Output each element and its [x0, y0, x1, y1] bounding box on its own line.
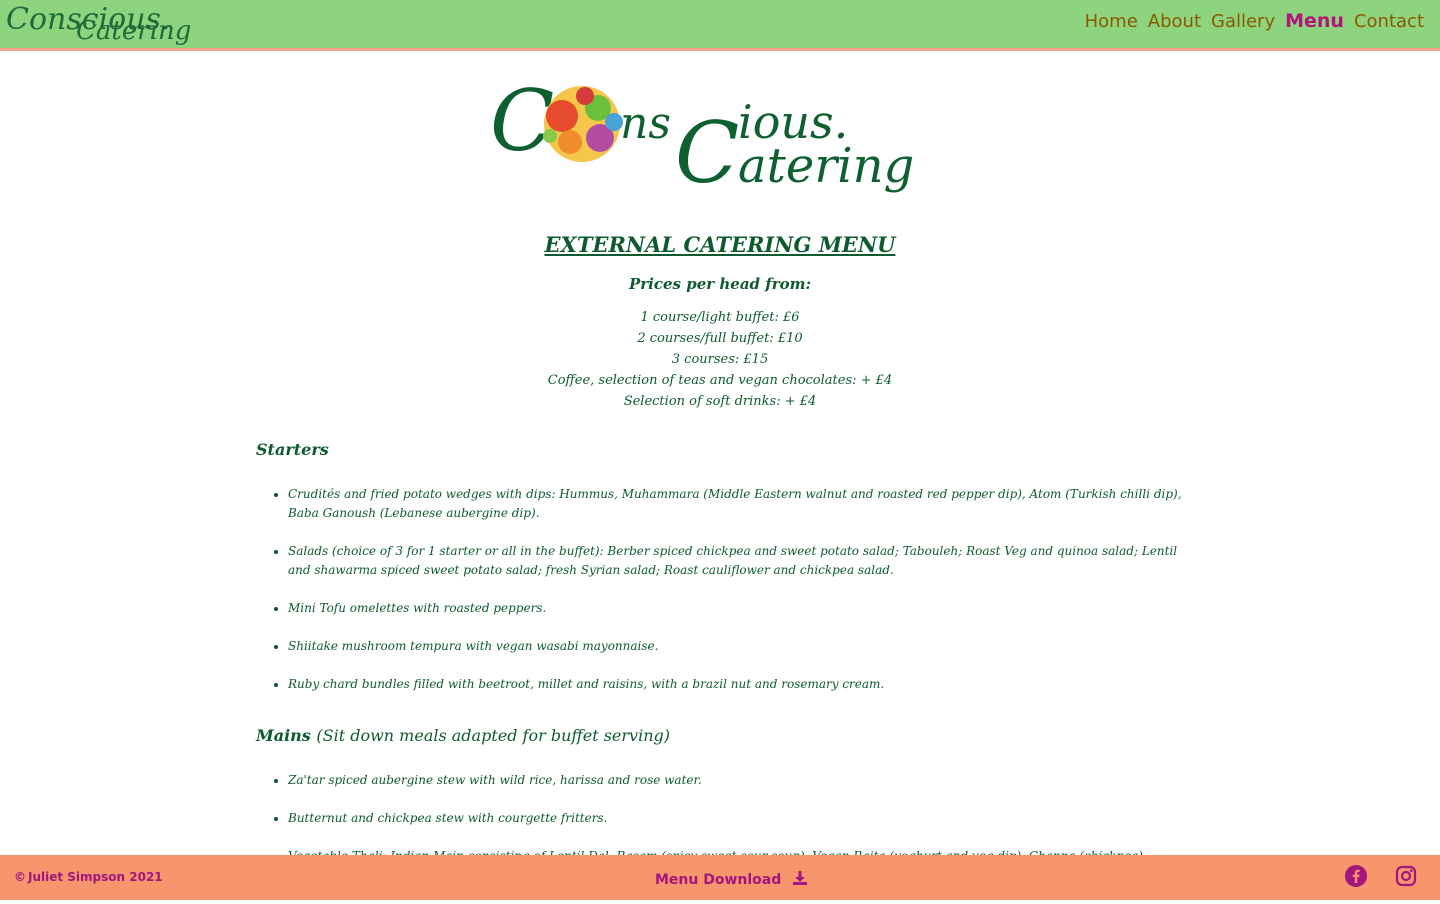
list-item: Mini Tofu omelettes with roasted peppers… — [288, 599, 1184, 618]
facebook-icon[interactable] — [1344, 864, 1368, 888]
price-line: Coffee, selection of teas and vegan choc… — [547, 373, 893, 388]
nav-logo[interactable]: Conscious. Catering — [6, 2, 191, 46]
starters-list: Crudités and fried potato wedges with di… — [256, 485, 1184, 694]
svg-text:C: C — [675, 104, 739, 202]
nav-link-about[interactable]: About — [1148, 11, 1201, 32]
list-item: Crudités and fried potato wedges with di… — [288, 485, 1184, 523]
mains-heading: Mains (Sit down meals adapted for buffet… — [256, 726, 1184, 745]
list-item: Za'tar spiced aubergine stew with wild r… — [288, 771, 1184, 790]
nav-link-menu[interactable]: Menu — [1285, 10, 1344, 32]
list-item: Salads (choice of 3 for 1 starter or all… — [288, 542, 1184, 580]
mains-heading-title: Mains — [256, 726, 311, 745]
nav-link-home[interactable]: Home — [1085, 11, 1138, 32]
price-line: 2 courses/full buffet: £10 — [637, 331, 803, 346]
hero-logo: C ns C ious. atering — [490, 72, 960, 206]
list-item: Ruby chard bundles filled with beetroot,… — [288, 675, 1184, 694]
menu-download-label: Menu Download — [655, 872, 782, 888]
menu-download-link[interactable]: Menu Download — [655, 870, 808, 890]
hero-logo-graphic: C ns C ious. atering — [490, 72, 914, 202]
menu-content: EXTERNAL CATERING MENU Prices per head f… — [256, 232, 1184, 904]
copyright-icon: © — [14, 870, 26, 884]
price-line: 3 courses: £15 — [671, 352, 769, 367]
copyright: © Juliet Simpson 2021 — [14, 870, 163, 884]
mains-heading-subtitle: (Sit down meals adapted for buffet servi… — [316, 726, 670, 745]
nav-link-contact[interactable]: Contact — [1354, 11, 1424, 32]
copyright-text: Juliet Simpson 2021 — [28, 870, 163, 884]
footer: © Juliet Simpson 2021 Menu Download — [0, 855, 1440, 900]
navbar: Conscious. Catering Home About Gallery M… — [0, 0, 1440, 51]
nav-links: Home About Gallery Menu Contact — [1085, 10, 1424, 32]
list-item: Shiitake mushroom tempura with vegan was… — [288, 637, 1184, 656]
vegetable-circle-icon — [543, 86, 623, 162]
menu-title: EXTERNAL CATERING MENU — [544, 232, 896, 257]
nav-logo-text-2: Catering — [76, 16, 192, 46]
starters-heading: Starters — [256, 440, 329, 459]
svg-text:atering: atering — [738, 138, 914, 194]
download-icon — [792, 870, 808, 890]
price-line: 1 course/light buffet: £6 — [640, 310, 800, 325]
nav-link-gallery[interactable]: Gallery — [1211, 11, 1275, 32]
svg-text:ns: ns — [620, 98, 671, 149]
list-item: Butternut and chickpea stew with courget… — [288, 809, 1184, 828]
instagram-icon[interactable] — [1394, 864, 1418, 888]
price-line: Selection of soft drinks: + £4 — [623, 394, 817, 409]
prices-heading: Prices per head from: — [628, 275, 812, 293]
